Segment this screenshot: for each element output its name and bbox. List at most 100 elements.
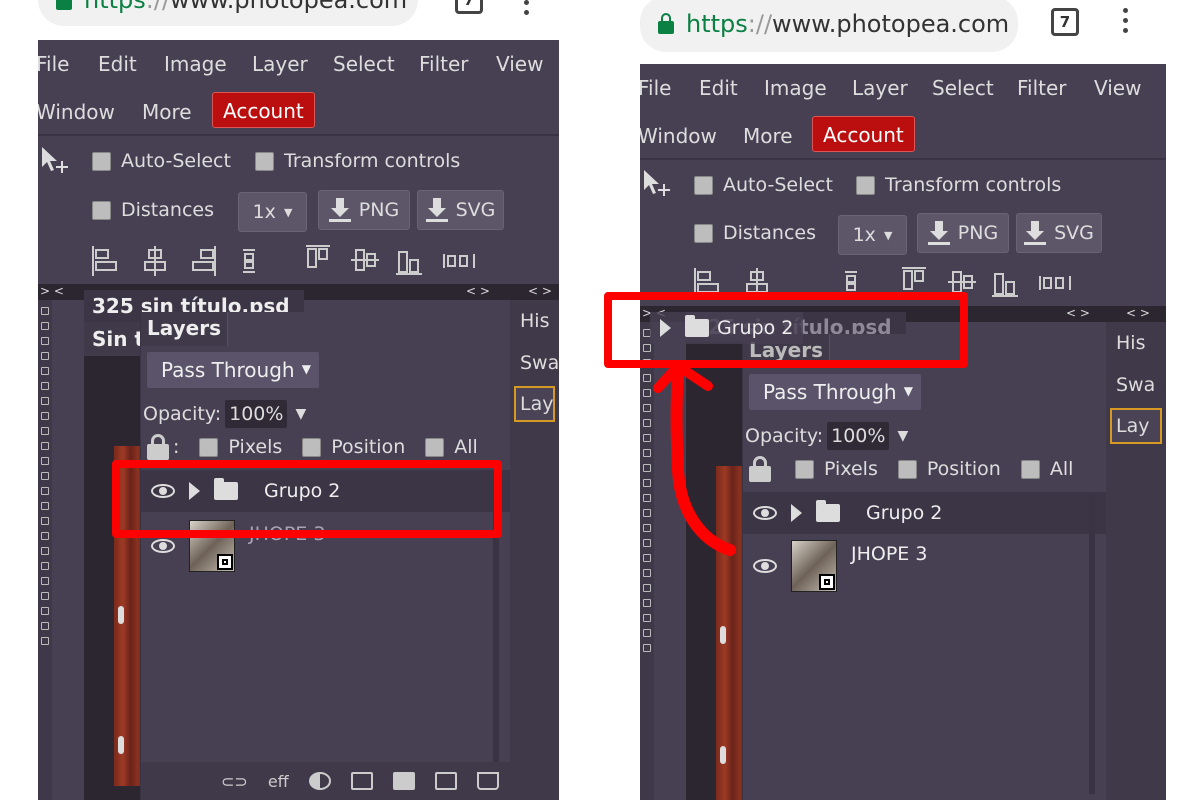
transform-controls-checkbox[interactable]: Transform controls	[255, 150, 460, 172]
menu-more[interactable]: More	[743, 124, 793, 148]
auto-select-checkbox[interactable]: Auto-Select	[694, 174, 833, 196]
zoom-select[interactable]: 1x ▼	[838, 215, 907, 255]
collapse-mid-toggle[interactable]: < >	[1066, 306, 1090, 320]
tab-count-button[interactable]: 7	[1051, 8, 1079, 36]
collapse-left-toggle[interactable]: > <	[40, 284, 64, 298]
lock-all-checkbox[interactable]	[1020, 459, 1040, 479]
document-subtab[interactable]: Sin tí	[84, 322, 144, 356]
move-tool-icon[interactable]	[40, 145, 72, 175]
blend-mode-select[interactable]: Pass Through ▼	[749, 374, 921, 410]
chevron-down-icon[interactable]: ▼	[295, 406, 306, 422]
layer-thumbnail	[791, 540, 837, 592]
kebab-menu-icon[interactable]	[1123, 8, 1129, 38]
tab-layers[interactable]: Lay	[514, 386, 555, 422]
new-layer-icon[interactable]	[434, 772, 457, 790]
eye-icon[interactable]	[753, 506, 777, 520]
tab-history[interactable]: His	[1106, 322, 1166, 364]
menu-select[interactable]: Select	[932, 76, 994, 100]
browser-chrome: https://www.photopea.com 7	[38, 0, 559, 40]
lock-row: : Pixels Position All	[147, 434, 478, 460]
chevron-down-icon[interactable]: ▼	[897, 428, 908, 444]
export-svg-button[interactable]: SVG	[417, 190, 504, 230]
opacity-input[interactable]: 100%	[225, 400, 288, 428]
tools-strip	[38, 300, 52, 800]
layer-row-group[interactable]: Grupo 2	[743, 492, 1106, 534]
kebab-menu-icon[interactable]	[524, 0, 530, 20]
auto-select-checkbox[interactable]: Auto-Select	[92, 150, 231, 172]
tab-swatches[interactable]: Swa	[510, 342, 559, 384]
menu-image[interactable]: Image	[764, 76, 827, 100]
chevron-down-icon: ▼	[301, 362, 311, 376]
eye-icon[interactable]	[753, 559, 777, 573]
export-png-button[interactable]: PNG	[318, 190, 410, 230]
menu-window[interactable]: Window	[38, 100, 115, 124]
new-folder-icon[interactable]	[392, 772, 415, 790]
menu-view[interactable]: View	[1094, 76, 1141, 100]
menu-more[interactable]: More	[142, 100, 192, 124]
opacity-input[interactable]: 100%	[827, 422, 890, 450]
effects-button[interactable]: eff	[268, 772, 289, 791]
lock-pixels-checkbox[interactable]	[199, 437, 219, 457]
menu-filter[interactable]: Filter	[419, 52, 469, 76]
lock-all-label: All	[454, 436, 478, 458]
lock-position-checkbox[interactable]	[302, 437, 322, 457]
opacity-label: Opacity:	[143, 403, 222, 425]
address-bar[interactable]: https://www.photopea.com	[640, 0, 1018, 52]
url-separator: ://	[145, 0, 171, 14]
blend-mode-select[interactable]: Pass Through ▼	[147, 352, 319, 388]
layer-row-image[interactable]: JHOPE 3	[743, 536, 1106, 596]
collapse-right-toggle[interactable]: < >	[1126, 306, 1150, 320]
menu-file[interactable]: File	[640, 76, 671, 100]
download-icon	[425, 198, 448, 222]
menu-view[interactable]: View	[496, 52, 543, 76]
lock-pixels-label: Pixels	[824, 458, 878, 480]
scrollbar[interactable]	[1089, 494, 1095, 794]
lock-all-checkbox[interactable]	[425, 437, 445, 457]
menu-layer[interactable]: Layer	[852, 76, 908, 100]
menu-select[interactable]: Select	[333, 52, 395, 76]
layers-title[interactable]: Layers	[141, 312, 228, 346]
address-bar[interactable]: https://www.photopea.com	[38, 0, 418, 26]
link-icon[interactable]: ⊂⊃	[221, 772, 248, 791]
trash-icon[interactable]	[476, 772, 499, 790]
blend-mode-value: Pass Through	[763, 380, 897, 404]
side-tabs: His Swa Lay	[1106, 322, 1166, 800]
account-button[interactable]: Account	[212, 92, 315, 128]
menu-edit[interactable]: Edit	[699, 76, 738, 100]
lock-icon	[56, 0, 72, 10]
distances-checkbox[interactable]: Distances	[694, 222, 816, 244]
smart-object-icon	[217, 554, 233, 570]
eye-icon[interactable]	[151, 539, 175, 553]
menu-filter[interactable]: Filter	[1017, 76, 1067, 100]
zoom-value: 1x	[852, 224, 876, 246]
tab-history[interactable]: His	[510, 300, 559, 342]
zoom-select[interactable]: 1x ▼	[238, 192, 307, 232]
menu-window[interactable]: Window	[640, 124, 717, 148]
layer-name: JHOPE 3	[851, 543, 928, 565]
lock-position-checkbox[interactable]	[897, 459, 917, 479]
lock-position-label: Position	[926, 458, 1001, 480]
move-tool-icon[interactable]	[642, 168, 674, 198]
blend-mode-value: Pass Through	[161, 358, 295, 382]
menu-layer[interactable]: Layer	[252, 52, 308, 76]
expand-arrow-icon[interactable]	[791, 504, 802, 522]
menu-edit[interactable]: Edit	[98, 52, 137, 76]
distances-checkbox[interactable]: Distances	[92, 199, 214, 221]
tab-layers[interactable]: Lay	[1110, 408, 1162, 444]
download-icon	[927, 221, 950, 245]
export-svg-button[interactable]: SVG	[1016, 213, 1102, 253]
tab-swatches[interactable]: Swa	[1106, 364, 1166, 406]
menu-image[interactable]: Image	[164, 52, 227, 76]
collapse-right-toggle[interactable]: < >	[528, 284, 552, 298]
transform-controls-checkbox[interactable]: Transform controls	[856, 174, 1061, 196]
tab-count-button[interactable]: 7	[455, 0, 483, 14]
mask-icon[interactable]	[350, 772, 373, 790]
lock-pixels-checkbox[interactable]	[795, 459, 814, 479]
export-png-button[interactable]: PNG	[917, 213, 1009, 253]
menu-file[interactable]: File	[38, 52, 69, 76]
adjustment-icon[interactable]	[308, 772, 331, 790]
canvas-area[interactable]	[84, 356, 144, 800]
download-icon	[328, 198, 351, 222]
collapse-mid-toggle[interactable]: < >	[466, 284, 490, 298]
account-button[interactable]: Account	[812, 116, 915, 152]
